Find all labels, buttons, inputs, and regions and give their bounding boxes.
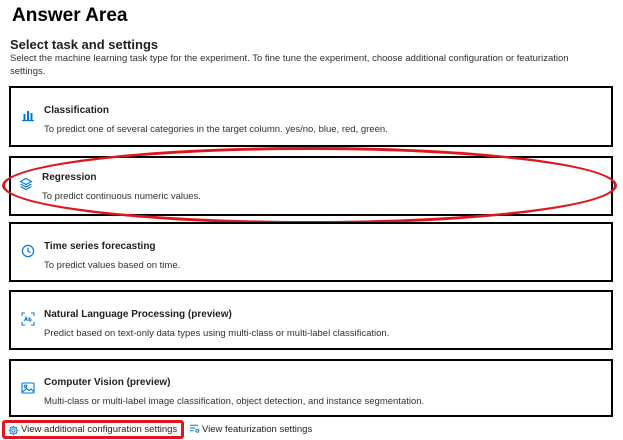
clock-icon <box>21 244 35 258</box>
bar-chart-icon <box>21 108 35 122</box>
section-title: Select task and settings <box>10 37 159 52</box>
task-card-timeseries[interactable]: Time series forecasting To predict value… <box>9 222 613 282</box>
task-description: Predict based on text-only data types us… <box>44 328 390 339</box>
section-description: Select the machine learning task type fo… <box>10 53 569 77</box>
answer-area-title: Answer Area <box>12 5 128 26</box>
task-description: To predict continuous numeric values. <box>42 191 201 202</box>
task-title: Computer Vision (preview) <box>44 377 171 388</box>
layers-icon <box>19 177 33 191</box>
task-card-regression[interactable]: Regression To predict continuous numeric… <box>2 147 617 224</box>
task-card-classification[interactable]: Classification To predict one of several… <box>9 86 613 147</box>
task-description: To predict values based on time. <box>44 260 181 271</box>
task-description: Multi-class or multi-label image classif… <box>44 396 425 407</box>
image-icon <box>21 381 35 395</box>
link-label: View featurization settings <box>202 424 313 435</box>
selection-highlight <box>2 147 617 224</box>
gear-icon <box>8 425 19 436</box>
link-label: View additional configuration settings <box>21 424 178 435</box>
task-title: Natural Language Processing (preview) <box>44 309 232 320</box>
settings-links: View additional configuration settings V… <box>0 420 623 440</box>
view-configuration-settings-link[interactable]: View additional configuration settings <box>2 420 184 439</box>
task-card-nlp[interactable]: Natural Language Processing (preview) Pr… <box>9 290 613 350</box>
task-description: To predict one of several categories in … <box>44 124 388 135</box>
task-title: Classification <box>44 105 110 116</box>
task-title: Time series forecasting <box>44 241 156 252</box>
task-card-vision[interactable]: Computer Vision (preview) Multi-class or… <box>9 359 613 417</box>
task-title: Regression <box>42 172 97 183</box>
text-scan-icon <box>21 312 35 326</box>
list-settings-icon <box>189 423 200 434</box>
